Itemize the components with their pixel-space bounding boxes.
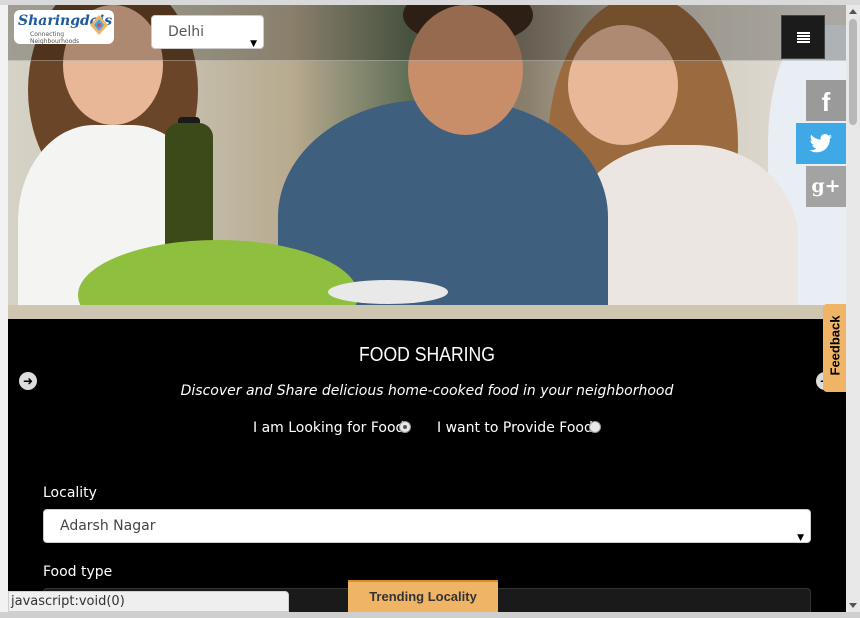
browser-status-bar: javascript:void(0): [8, 591, 289, 612]
radio-label-provide: I want to Provide Food: [437, 420, 593, 436]
hero-photo-table: [8, 305, 846, 319]
dropdown-arrow-icon: ▼: [797, 533, 804, 543]
food-type-label: Food type: [43, 564, 113, 580]
city-select-value: Delhi: [168, 24, 205, 40]
locality-select[interactable]: Adarsh Nagar ▼: [43, 509, 811, 543]
twitter-icon: [809, 134, 832, 153]
locality-label: Locality: [43, 485, 97, 501]
facebook-icon: f: [821, 87, 831, 117]
locality-select-value: Adarsh Nagar: [60, 518, 156, 534]
facebook-share-button[interactable]: f: [806, 80, 846, 121]
scrollbar-thumb[interactable]: [849, 19, 857, 125]
googleplus-icon: g+: [811, 175, 841, 197]
radio-provide-food[interactable]: [589, 421, 601, 433]
browser-viewport: Sharingdais Connecting Neighbourhoods De…: [8, 5, 846, 612]
vertical-scrollbar[interactable]: [846, 5, 860, 612]
twitter-share-button[interactable]: [796, 123, 846, 164]
food-sharing-section: ➜ FOOD SHARING ➜ Discover and Share deli…: [8, 319, 846, 612]
menu-button[interactable]: [781, 15, 825, 59]
scroll-down-icon[interactable]: [849, 603, 857, 608]
dropdown-arrow-icon: ▼: [250, 39, 257, 49]
radio-label-looking: I am Looking for Food: [253, 420, 405, 436]
city-select[interactable]: Delhi ▼: [151, 15, 264, 49]
window-bottom-edge: [0, 612, 860, 618]
scroll-up-icon[interactable]: [849, 9, 857, 14]
site-logo[interactable]: Sharingdais Connecting Neighbourhoods: [14, 10, 114, 45]
hero-banner: Sharingdais Connecting Neighbourhoods De…: [8, 5, 846, 319]
trending-locality-tab[interactable]: Trending Locality: [348, 580, 498, 612]
window-left-edge: [0, 5, 8, 612]
feedback-label: Feedback: [827, 315, 843, 376]
feedback-tab[interactable]: Feedback: [823, 304, 846, 392]
radio-looking-for-food[interactable]: [399, 421, 411, 433]
header-bar: [8, 5, 846, 61]
dropdown-arrow-icon: ▼: [797, 601, 804, 612]
hero-photo-plate: [328, 280, 448, 304]
section-title: FOOD SHARING: [359, 344, 495, 366]
menu-icon: [797, 32, 810, 43]
googleplus-share-button[interactable]: g+: [806, 166, 846, 207]
section-subtitle: Discover and Share delicious home-cooked…: [180, 383, 674, 399]
logo-emblem-icon: [90, 15, 108, 35]
